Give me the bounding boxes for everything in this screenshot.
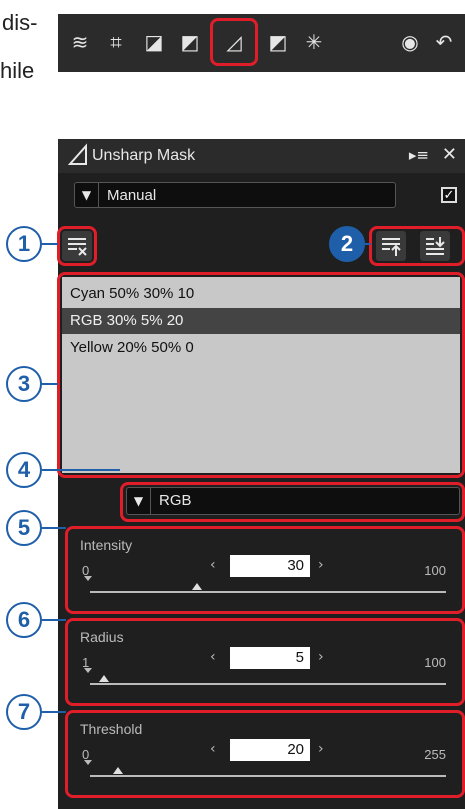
intensity-input[interactable]: 30 xyxy=(230,555,310,577)
threshold-input[interactable]: 20 xyxy=(230,739,310,761)
intensity-slider-thumb[interactable] xyxy=(191,583,202,590)
slider-min-marker-icon xyxy=(84,576,92,581)
threshold-max: 255 xyxy=(424,747,446,762)
callout-6-leader xyxy=(42,619,66,621)
history-icon[interactable]: ◉ xyxy=(398,30,422,54)
unsharp-mask-panel: Unsharp Mask ▸≡ ✕ ▼ Manual ✓ Cyan 50% 30… xyxy=(57,139,465,809)
unsharp-mask-icon xyxy=(68,143,87,165)
color-booster-icon[interactable]: ◩ xyxy=(266,30,290,54)
threshold-slider-track[interactable] xyxy=(90,775,446,777)
mode-dropdown[interactable]: ▼ Manual xyxy=(74,182,396,208)
radius-max: 100 xyxy=(424,655,446,670)
unsharp-mask-icon[interactable]: ◿ xyxy=(222,30,246,54)
decrement-arrow-icon[interactable]: ‹ xyxy=(210,741,216,757)
preset-list: Cyan 50% 30% 10 RGB 30% 5% 20 Yellow 20%… xyxy=(62,277,460,473)
radius-input[interactable]: 5 xyxy=(230,647,310,669)
channel-dropdown[interactable]: ▼ RGB xyxy=(126,487,460,515)
radius-slider-track[interactable] xyxy=(90,683,446,685)
intensity-label: Intensity xyxy=(80,537,133,553)
chevron-down-icon: ▼ xyxy=(75,183,99,207)
increment-arrow-icon[interactable]: › xyxy=(318,557,324,573)
callout-6: 6 xyxy=(6,602,42,638)
increment-arrow-icon[interactable]: › xyxy=(318,741,324,757)
delete-preset-icon xyxy=(68,238,87,256)
callout-3: 3 xyxy=(6,366,42,402)
mode-value: Manual xyxy=(107,187,157,204)
threshold-slider-thumb[interactable] xyxy=(113,767,124,774)
callout-3-leader xyxy=(42,383,58,385)
callout-1-leader xyxy=(42,243,58,245)
close-icon[interactable]: ✕ xyxy=(442,144,457,165)
radius-slider-thumb[interactable] xyxy=(99,675,110,682)
load-preset-icon xyxy=(382,238,401,256)
threshold-label: Threshold xyxy=(80,721,143,737)
crop-icon[interactable]: ⌗ xyxy=(104,30,128,54)
save-preset-icon xyxy=(426,237,445,255)
decrement-arrow-icon[interactable]: ‹ xyxy=(210,649,216,665)
panel-header: Unsharp Mask ▸≡ ✕ xyxy=(58,139,465,173)
decrement-arrow-icon[interactable]: ‹ xyxy=(210,557,216,573)
radius-label: Radius xyxy=(80,629,124,645)
tone-icon[interactable]: ◪ xyxy=(142,30,166,54)
callout-2-leader xyxy=(363,243,371,245)
threshold-control: Threshold 0 255 ‹ 20 › xyxy=(70,715,460,795)
chevron-down-icon: ▼ xyxy=(127,488,151,514)
body-text-fragment-1: dis- xyxy=(2,10,38,35)
undo-icon[interactable]: ↶ xyxy=(432,30,456,54)
callout-2: 2 xyxy=(329,226,365,262)
enable-checkbox[interactable]: ✓ xyxy=(441,187,457,203)
panel-menu-icon[interactable]: ▸≡ xyxy=(409,146,429,164)
retouch-icon[interactable]: ✳ xyxy=(302,30,326,54)
callout-1: 1 xyxy=(6,226,42,262)
intensity-slider-track[interactable] xyxy=(90,591,446,593)
slider-min-marker-icon xyxy=(84,668,92,673)
radius-control: Radius 1 100 ‹ 5 › xyxy=(70,623,460,703)
preset-item-1-selected[interactable]: RGB 30% 5% 20 xyxy=(62,308,460,334)
adjustment-toolbar: ≋ ⌗ ◪ ◩ ◿ ◩ ✳ ◉ ↶ xyxy=(58,14,465,72)
preset-item-2[interactable]: Yellow 20% 50% 0 xyxy=(62,335,460,361)
body-text-fragment-2: hile xyxy=(0,58,35,83)
increment-arrow-icon[interactable]: › xyxy=(318,649,324,665)
intensity-max: 100 xyxy=(424,563,446,578)
delete-preset-button[interactable] xyxy=(62,231,92,261)
callout-4-leader xyxy=(42,469,120,471)
callout-7-leader xyxy=(42,711,66,713)
callout-5-leader xyxy=(42,527,66,529)
preset-item-0[interactable]: Cyan 50% 30% 10 xyxy=(62,281,460,307)
callout-7: 7 xyxy=(6,694,42,730)
save-preset-button[interactable] xyxy=(420,231,450,261)
intensity-control: Intensity 0 100 ‹ 30 › xyxy=(70,531,460,611)
callout-5: 5 xyxy=(6,510,42,546)
panel-title: Unsharp Mask xyxy=(92,147,196,164)
noise-reduction-icon[interactable]: ≋ xyxy=(68,30,92,54)
load-preset-button[interactable] xyxy=(376,231,406,261)
lch-icon[interactable]: ◩ xyxy=(178,30,202,54)
channel-value: RGB xyxy=(159,492,192,509)
callout-4: 4 xyxy=(6,452,42,488)
slider-min-marker-icon xyxy=(84,760,92,765)
